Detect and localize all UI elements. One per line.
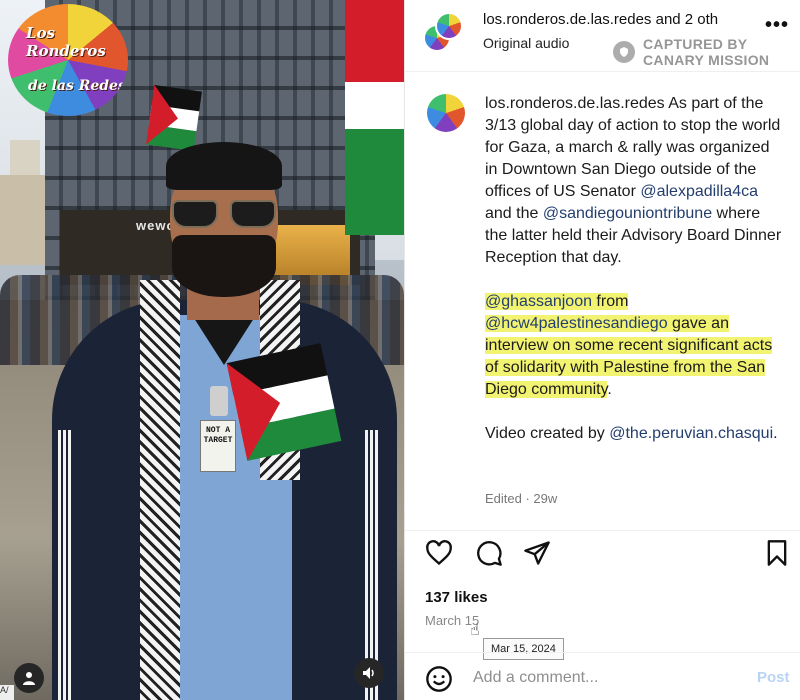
watermark-line: CANARY MISSION: [643, 52, 770, 68]
likes-count[interactable]: 137 likes: [425, 589, 488, 606]
author-username[interactable]: los.ronderos.de.las.redes and 2 oth: [483, 11, 745, 28]
bookmark-icon[interactable]: [763, 539, 791, 567]
logo-text: de las Redes: [28, 78, 126, 94]
hand-cursor-icon: ☝: [470, 622, 480, 639]
caption-username[interactable]: los.ronderos.de.las.redes: [485, 95, 665, 112]
emoji-icon[interactable]: [425, 665, 453, 693]
post-caption: los.ronderos.de.las.redes As part of the…: [485, 93, 785, 467]
caption-text: and the: [485, 205, 543, 222]
audio-label[interactable]: Original audio: [483, 35, 569, 51]
comment-bar: Post: [405, 652, 800, 700]
action-bar: [405, 530, 800, 574]
more-options-button[interactable]: •••: [765, 14, 789, 37]
mention-link[interactable]: @sandiegouniontribune: [543, 205, 712, 222]
logo-text: Los Ronderos: [26, 24, 106, 60]
post-button[interactable]: Post: [757, 669, 790, 686]
author-avatar[interactable]: [435, 12, 463, 40]
mention-link[interactable]: @the.peruvian.chasqui: [609, 425, 773, 442]
watermark: CAPTURED BY CANARY MISSION: [613, 36, 769, 68]
comment-input[interactable]: [473, 667, 743, 689]
shield-icon: [613, 41, 635, 63]
post-video[interactable]: wewo NOT A TARGET Los Ronderos de las Re…: [0, 0, 404, 700]
mention-link[interactable]: @hcw4palestinesandiego: [485, 315, 668, 332]
palestine-flag-pin: [226, 343, 342, 461]
caption-text: .: [607, 381, 612, 398]
edited-timestamp: Edited · 29w: [485, 491, 558, 506]
interviewee: NOT A TARGET: [52, 140, 397, 700]
caption-text: .: [773, 425, 778, 442]
comment-icon[interactable]: [475, 539, 503, 567]
heart-icon[interactable]: [425, 539, 453, 567]
mention-link[interactable]: @ghassanjoon: [485, 293, 592, 310]
post-details-panel: los.ronderos.de.las.redes and 2 oth Orig…: [404, 0, 800, 700]
sunglasses: [170, 200, 280, 230]
tagged-users-button[interactable]: [14, 663, 44, 693]
watermark-line: CAPTURED BY: [643, 36, 748, 52]
caption-text: Video created by: [485, 425, 610, 442]
caption-text: from: [591, 293, 629, 310]
share-icon[interactable]: [523, 539, 551, 567]
mention-link[interactable]: @alexpadilla4ca: [640, 183, 758, 200]
caption-author-avatar[interactable]: [427, 94, 465, 132]
edge-label: A/: [0, 685, 14, 700]
user-icon: [23, 672, 35, 685]
distant-building: [0, 175, 45, 265]
badge-sign: NOT A TARGET: [200, 420, 236, 472]
channel-logo: Los Ronderos de las Redes: [8, 4, 128, 116]
post-header: los.ronderos.de.las.redes and 2 oth Orig…: [405, 0, 800, 72]
mute-button[interactable]: [354, 658, 384, 688]
keffiyeh: [140, 280, 180, 700]
speaker-icon: [363, 667, 374, 679]
